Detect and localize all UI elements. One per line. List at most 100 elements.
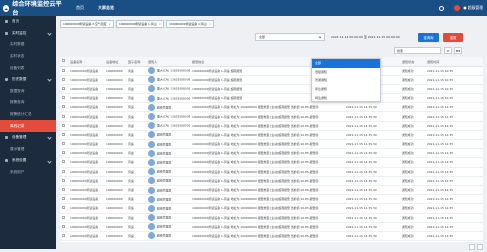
sidebar-item[interactable]: 系统用户 [0,167,56,179]
table-row[interactable]: 100000000测试设备 100000000 风速 超级管理员 100000000测试… [60,167,483,177]
sidebar-item[interactable]: 实时监控 [0,28,56,40]
sidebar-item[interactable]: 设备列表 [0,62,56,74]
close-icon[interactable]: × [209,22,211,26]
filter-tag[interactable]: 100000009测试设备 1:风山 × [166,19,215,28]
table-row[interactable]: 100000000测试设备 100000000 风速 超级管理员 100000000测试… [60,130,483,141]
checkbox[interactable] [62,132,65,136]
reset-button[interactable]: 重置 [443,32,463,42]
checkbox[interactable] [62,178,65,182]
topnav-home[interactable]: 首页 [76,5,84,11]
row-checkbox-cell[interactable] [60,93,68,104]
row-checkbox-cell[interactable] [60,222,68,232]
notification-icon[interactable] [439,5,445,11]
list-view-icon[interactable]: ≡ [444,47,452,54]
column-header[interactable]: 通知状态 [400,57,425,67]
topnav-dashboard[interactable]: 大屏总览 [98,5,114,11]
checkbox[interactable] [62,114,65,118]
table-row[interactable]: 100000000测试设备 100000000 风速 董大(CN) 136285880… [60,84,483,95]
dropdown-option[interactable]: 全部 [312,59,380,68]
row-checkbox-cell[interactable] [60,102,68,113]
row-checkbox-cell[interactable] [60,231,68,242]
column-header[interactable]: 通知人 [146,57,190,67]
row-checkbox-cell[interactable] [60,185,68,196]
sidebar-item[interactable]: 报警查询 [0,97,56,109]
close-icon[interactable]: × [109,22,111,26]
column-header[interactable]: 因子名称 [126,57,146,67]
checkbox[interactable] [62,59,65,63]
dropdown-option[interactable]: 特急通知 [312,93,380,102]
table-row[interactable]: 100000000测试设备 100000000 风速 董大(CN) 136285880… [60,75,483,85]
checkbox[interactable] [62,123,65,127]
checkbox[interactable] [62,151,65,155]
checkbox[interactable] [62,86,65,90]
table-row[interactable]: 100000000测试设备 100000000 风速 超级管理员 100000000测试… [60,139,483,150]
row-checkbox-cell[interactable] [60,213,68,223]
dropdown-option[interactable]: 低级通知 [312,68,380,77]
date-range-picker[interactable]: 2021-11-14 00:00:00 至 2021-11-15 00:00:0… [328,33,414,41]
close-icon[interactable]: × [159,22,161,26]
avatar[interactable] [454,5,461,11]
dropdown-option[interactable]: 普通通知 [312,76,380,85]
filter-tag[interactable]: 100000009测试设备 1:风山 × [115,19,165,28]
sidebar-item[interactable]: 展示管理 [0,144,56,156]
table-row[interactable]: 100000000测试设备 100000000 风速 超级管理员 100000000测试… [60,203,483,214]
checkbox[interactable] [62,105,65,109]
select-all-checkbox[interactable] [60,57,68,67]
column-header[interactable]: 设备地址 [104,57,126,67]
sidebar-item[interactable]: 离线记录 [0,120,56,132]
table-row[interactable]: 100000000测试设备 100000000 风速 超级管理员 100000000测试… [60,231,483,242]
row-checkbox-cell[interactable] [60,84,68,95]
user-name[interactable]: ● 超级管理 [463,5,483,11]
row-checkbox-cell[interactable] [60,139,68,150]
sidebar-item[interactable]: 报警统计汇总 [0,109,56,121]
row-checkbox-cell[interactable] [60,66,68,76]
sidebar-item[interactable]: 首页 [0,16,56,28]
row-checkbox-cell[interactable] [60,194,68,205]
table-row[interactable]: 100000000测试设备 100000000 风速 董大(CN) 136285880… [60,111,483,122]
table-row[interactable]: 100000000测试设备 100000000 风速 董大(CN) 136285880… [60,93,483,104]
table-search-input[interactable]: 搜索 [394,47,441,54]
table-row[interactable]: 100000000测试设备 100000000 风速 董大(CN) 136285880… [60,66,483,76]
row-checkbox-cell[interactable] [60,203,68,214]
row-checkbox-cell[interactable] [60,111,68,122]
query-button[interactable]: 查询询 [418,32,439,42]
sidebar-item[interactable]: 实时状态 [0,51,56,63]
row-checkbox-cell[interactable] [60,167,68,177]
checkbox[interactable] [62,197,65,201]
table-row[interactable]: 100000000测试设备 100000000 风速 超级管理员 100000000测试… [60,222,483,232]
sidebar-item[interactable]: 历史数据 [0,74,56,86]
app-logo[interactable]: ☁ 综合环境监控云平台 [0,0,62,17]
next-page-button[interactable] [477,244,483,250]
table-row[interactable]: 100000000测试设备 100000000 风速 超级管理员 100000000测试… [60,148,483,159]
filter-tag[interactable]: 100000009测试设备-3:空气温度 × [60,19,114,28]
notify-level-select[interactable]: 全部 [255,33,325,41]
checkbox[interactable] [62,160,65,164]
row-checkbox-cell[interactable] [60,75,68,85]
sidebar-item[interactable]: 系统设置 [0,155,56,167]
row-checkbox-cell[interactable] [60,148,68,159]
checkbox[interactable] [62,142,65,146]
row-checkbox-cell[interactable] [60,157,68,168]
columns-icon[interactable]: ⊞▾ [454,47,462,54]
checkbox[interactable] [62,215,65,219]
column-header[interactable]: 设备名称 [68,57,104,67]
row-checkbox-cell[interactable] [60,121,68,131]
table-row[interactable]: 100000000测试设备 100000000 风速 超级管理员 100000000测试… [60,185,483,196]
checkbox[interactable] [62,188,65,192]
table-row[interactable]: 100000000测试设备 100000000 风速 超级管理员 100000000测试… [60,194,483,205]
table-row[interactable]: 100000000测试设备 100000000 风速 超级管理员 100000000测试… [60,176,483,186]
table-row[interactable]: 100000000测试设备 100000000 风速 超级管理员 100000000测试… [60,213,483,223]
prev-page-button[interactable] [469,244,475,250]
row-checkbox-cell[interactable] [60,130,68,141]
table-row[interactable]: 100000000测试设备 100000000 风速 董大(CN) 136285880… [60,121,483,131]
column-header[interactable]: 通知时间 [425,57,483,67]
checkbox[interactable] [62,68,65,72]
checkbox[interactable] [62,206,65,210]
checkbox[interactable] [62,77,65,81]
checkbox[interactable] [62,224,65,228]
dropdown-option[interactable]: 紧急通知 [312,85,380,94]
table-row[interactable]: 100000000测试设备 100000000 风速 超级管理员 100000000测试… [60,157,483,168]
table-row[interactable]: 100000000测试设备 100000000 风速 超级管理员 100000000测试… [60,102,483,113]
row-checkbox-cell[interactable] [60,176,68,186]
checkbox[interactable] [62,233,65,237]
